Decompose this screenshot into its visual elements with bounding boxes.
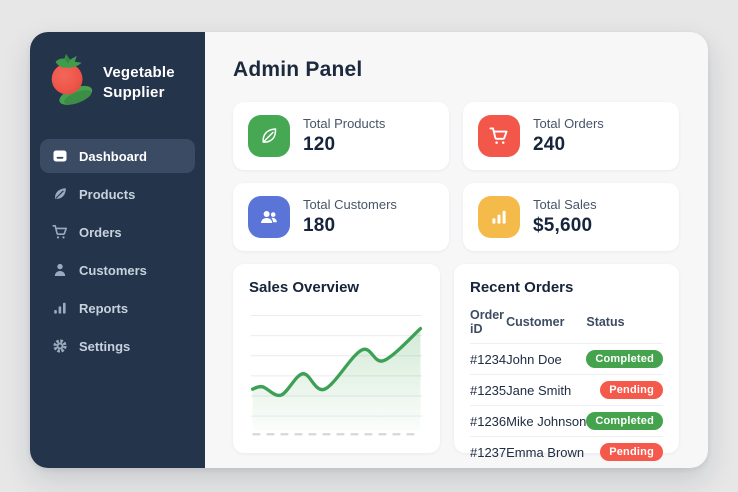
status-badge: Pending <box>600 443 663 461</box>
order-id-cell: #1236 <box>469 405 507 437</box>
sidebar: Vegetable Supplier Dashboard Products Or… <box>30 32 205 468</box>
leaf-icon <box>248 115 290 157</box>
stat-card-total-sales: Total Sales $5,600 <box>463 183 679 251</box>
sales-overview-chart <box>249 306 424 440</box>
order-id-cell: #1237 <box>469 444 507 460</box>
stat-card-total-customers: Total Customers 180 <box>233 183 449 251</box>
stat-label: Total Sales <box>533 197 597 212</box>
customer-cell: Mike Johnson <box>506 405 587 437</box>
brand-name: Vegetable Supplier <box>103 63 175 101</box>
status-badge: Pending <box>600 381 663 399</box>
status-badge: Completed <box>586 412 663 430</box>
table-row: #1237 Emma Brown Pending <box>470 437 663 468</box>
sales-overview-title: Sales Overview <box>249 279 360 296</box>
column-header-status: Status <box>586 306 663 344</box>
sidebar-item-label: Orders <box>79 224 122 240</box>
order-id-cell: #1234 <box>469 343 507 375</box>
recent-orders-title: Recent Orders <box>469 279 574 296</box>
stat-text: Total Orders 240 <box>533 116 604 156</box>
sidebar-item-reports[interactable]: Reports <box>40 291 195 325</box>
leaf-icon <box>52 186 68 202</box>
stat-cards: Total Products 120 Total Orders 240 Tota… <box>233 102 679 251</box>
sidebar-item-label: Settings <box>79 338 131 354</box>
customer-cell: Jane Smith <box>506 374 587 406</box>
page-title: Admin Panel <box>233 58 363 81</box>
stat-card-total-orders: Total Orders 240 <box>463 102 679 170</box>
line-chart <box>250 315 423 436</box>
stat-text: Total Products 120 <box>303 116 385 156</box>
table-row: #1234 John Doe Completed <box>469 343 663 375</box>
stat-label: Total Customers <box>303 197 397 212</box>
sidebar-item-label: Reports <box>79 300 129 316</box>
column-header-customer: Customer <box>506 306 587 344</box>
recent-orders-table: Order iD Customer Status #1234 John Doe … <box>469 306 663 468</box>
customer-cell: Emma Brown <box>506 444 585 460</box>
stat-value: 120 <box>303 134 336 155</box>
gear-icon <box>52 338 68 354</box>
customer-cell: John Doe <box>506 343 587 375</box>
brand-name-line2: Supplier <box>103 83 165 101</box>
recent-orders-card: Recent Orders Order iD Customer Status #… <box>453 264 679 461</box>
table-row: #1236 Mike Johnson Completed <box>469 405 663 437</box>
stat-card-total-products: Total Products 120 <box>233 102 449 170</box>
dashboard-icon <box>52 148 68 164</box>
sales-overview-card: Sales Overview <box>233 264 440 453</box>
sidebar-item-orders[interactable]: Orders <box>40 215 195 249</box>
bar-chart-icon <box>478 196 520 238</box>
order-id-cell: #1235 <box>469 374 507 406</box>
stat-label: Total Orders <box>533 116 604 131</box>
brand-name-line1: Vegetable <box>103 64 175 82</box>
status-badge: Completed <box>586 350 663 368</box>
sidebar-item-label: Products <box>79 186 136 202</box>
stat-text: Total Sales $5,600 <box>533 197 597 237</box>
sidebar-item-label: Dashboard <box>79 148 147 164</box>
sidebar-item-label: Customers <box>79 262 147 278</box>
table-row: #1235 Jane Smith Pending <box>469 374 663 406</box>
cart-icon <box>52 224 68 240</box>
sidebar-nav: Dashboard Products Orders Customers Repo… <box>30 131 205 371</box>
sidebar-item-customers[interactable]: Customers <box>40 253 195 287</box>
stat-text: Total Customers 180 <box>303 197 397 237</box>
stat-value: $5,600 <box>533 215 593 236</box>
column-header-order-id: Order iD <box>469 306 507 344</box>
brand: Vegetable Supplier <box>30 32 205 131</box>
stat-value: 240 <box>533 134 566 155</box>
table-header-row: Order iD Customer Status <box>469 306 663 344</box>
sidebar-item-settings[interactable]: Settings <box>40 329 195 363</box>
cart-icon <box>478 115 520 157</box>
users-icon <box>248 196 290 238</box>
stat-label: Total Products <box>303 116 386 131</box>
user-icon <box>52 262 68 278</box>
stat-value: 180 <box>303 215 336 236</box>
sidebar-item-products[interactable]: Products <box>40 177 195 211</box>
bottom-panels: Sales Overview Recent Orders Order iD Cu… <box>233 264 679 461</box>
sidebar-item-dashboard[interactable]: Dashboard <box>40 139 195 173</box>
app-window: Vegetable Supplier Dashboard Products Or… <box>30 32 708 468</box>
tomato-logo-icon <box>44 52 96 113</box>
bar-chart-icon <box>52 300 68 316</box>
main-content: Admin Panel Total Products 120 Total Ord… <box>205 32 708 468</box>
